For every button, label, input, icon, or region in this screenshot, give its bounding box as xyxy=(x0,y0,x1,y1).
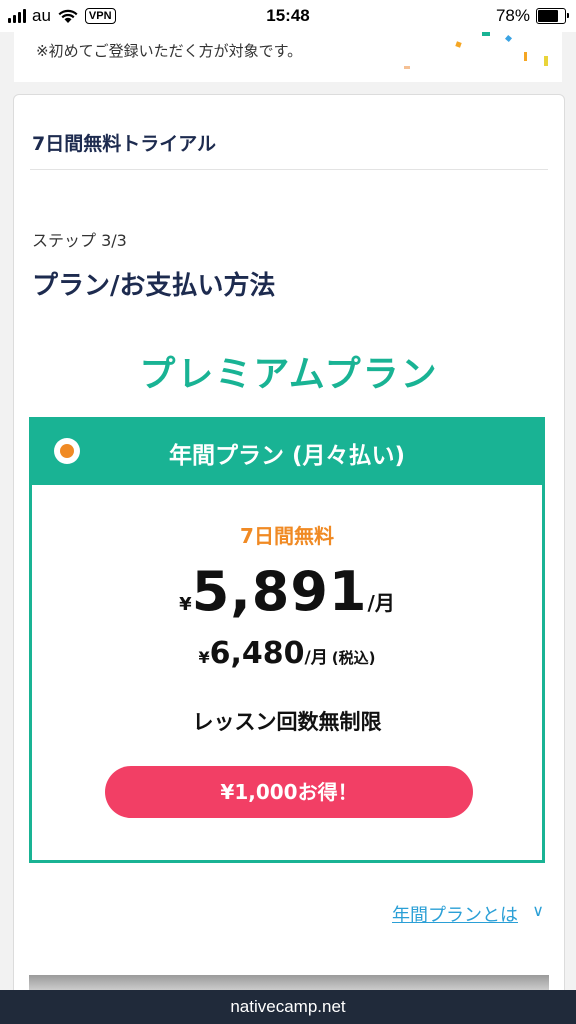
tax-price-unit: /月 xyxy=(304,648,328,668)
status-right: 78% xyxy=(495,0,569,32)
annual-plan-option[interactable]: 年間プラン (月々払い) 7日間無料 ¥5,891/月 ¥6,480/月 (税込)… xyxy=(29,417,545,863)
confetti-decoration xyxy=(455,41,462,48)
monthly-price: ¥5,891/月 xyxy=(32,560,542,623)
tax-price-amount: 6,480 xyxy=(209,636,305,671)
yen-symbol: ¥ xyxy=(198,648,210,667)
price-unit: /月 xyxy=(367,591,395,615)
battery-icon xyxy=(536,8,569,24)
trial-card: 7日間無料トライアル ステップ 3/3 プラン/お支払い方法 プレミアムプラン … xyxy=(13,94,565,996)
divider xyxy=(30,169,548,170)
plan-header-label: 年間プラン (月々払い) xyxy=(168,443,406,469)
free-trial-label: 7日間無料 xyxy=(240,524,334,548)
battery-percent: 78% xyxy=(495,6,530,25)
plan-header[interactable]: 年間プラン (月々払い) xyxy=(32,420,542,485)
browser-url-bar[interactable]: nativecamp.net xyxy=(0,990,576,1024)
confetti-decoration xyxy=(524,52,527,61)
confetti-decoration xyxy=(504,34,513,43)
plan-name: プレミアムプラン xyxy=(139,354,439,395)
card-title: 7日間無料トライアル xyxy=(32,133,217,155)
section-title: プラン/お支払い方法 xyxy=(32,271,276,301)
tax-note: (税込) xyxy=(331,649,376,667)
yen-symbol: ¥ xyxy=(179,594,192,615)
top-banner: ※初めてご登録いただく方が対象です。 xyxy=(14,32,562,82)
step-indicator: ステップ 3/3 xyxy=(32,231,127,250)
next-section-edge xyxy=(29,975,549,991)
eligibility-note: ※初めてご登録いただく方が対象です。 xyxy=(36,42,303,60)
confetti-decoration xyxy=(482,32,490,36)
tax-included-price: ¥6,480/月 (税込) xyxy=(32,636,542,671)
confetti-decoration xyxy=(404,66,410,69)
savings-button[interactable]: ¥1,000お得！ xyxy=(105,766,473,818)
status-time: 15:48 xyxy=(266,6,310,25)
status-bar: au VPN 15:48 78% xyxy=(0,0,576,32)
price-amount: 5,891 xyxy=(191,560,368,623)
confetti-decoration xyxy=(544,56,548,66)
unlimited-lessons-label: レッスン回数無制限 xyxy=(192,710,382,734)
about-annual-plan-link[interactable]: 年間プランとは xyxy=(392,901,518,927)
chevron-down-icon[interactable]: ∨ xyxy=(532,901,544,920)
